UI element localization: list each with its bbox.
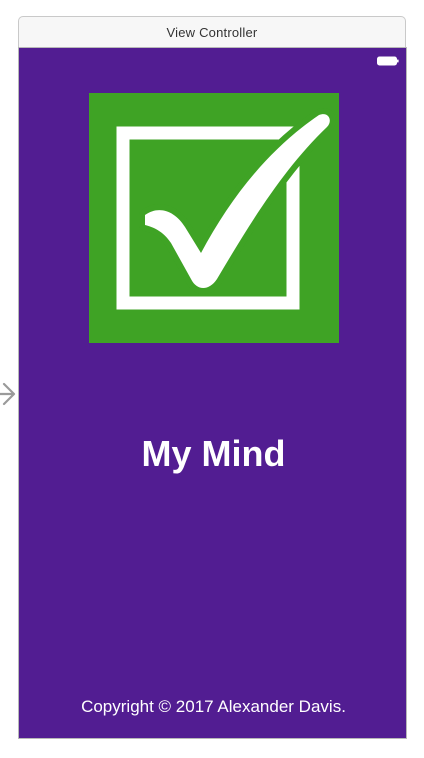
app-logo — [89, 93, 339, 343]
view-controller-screen[interactable]: My Mind Copyright © 2017 Alexander Davis… — [18, 47, 407, 739]
battery-icon — [377, 56, 399, 66]
checkbox-checkmark-icon — [116, 108, 336, 310]
scene-header[interactable]: View Controller — [18, 16, 406, 47]
copyright-label: Copyright © 2017 Alexander Davis. — [81, 697, 346, 716]
scene-title: View Controller — [166, 24, 258, 40]
entry-point-arrow-icon[interactable] — [0, 378, 18, 410]
app-title: My Mind — [141, 433, 286, 474]
storyboard-canvas: View Controller My Mind Copyright © 2017… — [0, 0, 424, 758]
